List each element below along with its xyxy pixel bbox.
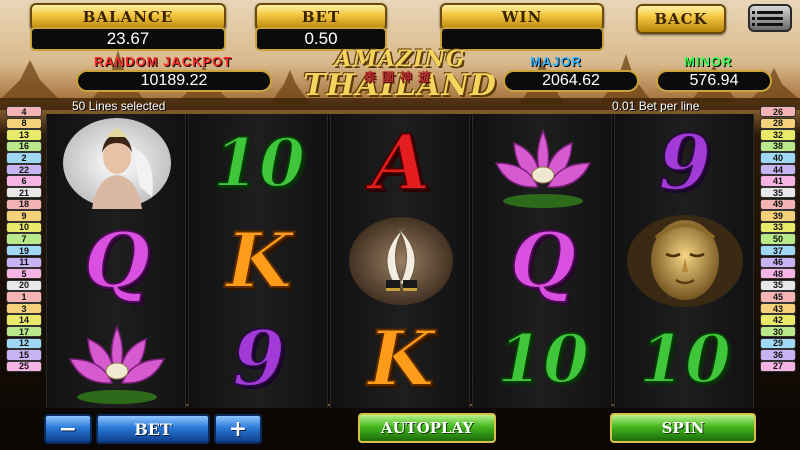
nine-symbol-text: 9	[232, 314, 287, 403]
payline-number[interactable]: 42	[760, 314, 796, 326]
payline-number[interactable]: 13	[6, 129, 42, 141]
reel-1: Q	[46, 114, 186, 408]
spin-button[interactable]: SPIN	[610, 413, 756, 443]
queen-symbol-text: Q	[509, 216, 577, 305]
random-jackpot-value: 10189.22	[76, 70, 272, 92]
payline-number[interactable]: 4	[6, 106, 42, 118]
payline-number[interactable]: 2	[6, 152, 42, 164]
payline-number[interactable]: 40	[760, 152, 796, 164]
nine-symbol: 9	[615, 114, 755, 212]
payline-number[interactable]: 22	[6, 163, 42, 176]
minor-jackpot-value: 576.94	[656, 70, 772, 92]
ten-symbol: 10	[615, 310, 755, 408]
king-symbol: K	[331, 310, 471, 408]
ace-symbol-text: A	[371, 118, 432, 207]
nine-symbol-text: 9	[658, 118, 713, 207]
payline-number[interactable]: 37	[760, 244, 796, 257]
payline-number[interactable]: 3	[6, 302, 42, 315]
major-jackpot-value: 2064.62	[503, 70, 639, 92]
payline-number[interactable]: 33	[760, 221, 796, 234]
payline-number[interactable]: 9	[6, 210, 42, 222]
lotus-flower-symbol	[473, 114, 613, 212]
ten-symbol-text: 10	[212, 124, 306, 202]
queen-symbol-text: Q	[83, 216, 151, 305]
payline-number[interactable]: 50	[760, 233, 796, 245]
payline-number[interactable]: 27	[760, 360, 796, 373]
king-symbol-text: K	[367, 314, 435, 403]
elephant-tusks-symbol	[331, 212, 471, 310]
queen-symbol: Q	[473, 212, 613, 310]
minor-jackpot-label: MINOR	[684, 54, 733, 69]
autoplay-button[interactable]: AUTOPLAY	[358, 413, 496, 443]
payline-number[interactable]: 30	[760, 325, 796, 338]
ace-symbol: A	[331, 114, 471, 212]
lotus-flower-symbol	[47, 310, 187, 408]
king-symbol: K	[189, 212, 329, 310]
payline-number[interactable]: 14	[6, 314, 42, 326]
reel-4: Q 10	[472, 114, 612, 408]
payline-number[interactable]: 1	[6, 291, 42, 303]
payline-number[interactable]: 35	[760, 279, 796, 292]
payline-number[interactable]: 45	[760, 291, 796, 303]
bet-per-line-text: 0.01 Bet per line	[612, 99, 700, 113]
payline-number[interactable]: 26	[760, 106, 796, 118]
payline-number[interactable]: 10	[6, 221, 42, 234]
payline-number[interactable]: 15	[6, 349, 42, 361]
payline-number[interactable]: 12	[6, 337, 42, 349]
reel-area: Q 10 K 9 A K Q 10 9 10	[46, 112, 754, 408]
logo-chinese: 泰國神遊	[363, 70, 436, 84]
payline-number[interactable]: 41	[760, 175, 796, 187]
nine-symbol: 9	[189, 310, 329, 408]
payline-number[interactable]: 17	[6, 325, 42, 338]
increase-bet-button[interactable]: +	[214, 414, 262, 444]
payline-number[interactable]: 5	[6, 268, 42, 280]
payline-number[interactable]: 18	[6, 198, 42, 211]
major-jackpot-label: MAJOR	[530, 54, 582, 69]
lines-selected-text: 50 Lines selected	[72, 99, 166, 113]
payline-number[interactable]: 35	[760, 187, 796, 199]
payline-number[interactable]: 44	[760, 163, 796, 176]
payline-number[interactable]: 32	[760, 129, 796, 141]
balance-value: 23.67	[30, 27, 226, 51]
back-button[interactable]: BACK	[636, 4, 726, 34]
ten-symbol-text: 10	[638, 320, 732, 398]
payline-number[interactable]: 38	[760, 140, 796, 153]
payline-number[interactable]: 6	[6, 175, 42, 187]
reel-5: 9 10	[614, 114, 754, 408]
payline-number[interactable]: 48	[760, 268, 796, 280]
buddha-face-symbol	[615, 212, 755, 310]
payline-number[interactable]: 19	[6, 244, 42, 257]
payline-number[interactable]: 25	[6, 360, 42, 373]
right-payline-column: 26 28 32 38 40 44 41 35 49 39 33 50 37 46 48 35 45 43 42 30…	[760, 106, 796, 373]
hamburger-menu-icon[interactable]	[748, 4, 792, 32]
payline-number[interactable]: 8	[6, 117, 42, 129]
ten-symbol-text: 10	[496, 320, 590, 398]
payline-number[interactable]: 20	[6, 279, 42, 292]
left-payline-column: 4 8 13 16 2 22 6 21 18 9 10 7 19 11 5 20 1 3 14 17 12 15 25	[6, 106, 42, 373]
reel-2: 10 K 9	[188, 114, 328, 408]
payline-number[interactable]: 21	[6, 187, 42, 199]
payline-number[interactable]: 16	[6, 140, 42, 153]
lady-woman-symbol	[47, 114, 187, 212]
ten-symbol: 10	[189, 114, 329, 212]
game-logo: AMAZING 泰國神遊 THAILAND	[300, 46, 500, 116]
payline-number[interactable]: 49	[760, 198, 796, 211]
random-jackpot-label: RANDOM JACKPOT	[94, 54, 233, 69]
payline-number[interactable]: 7	[6, 233, 42, 245]
payline-number[interactable]: 36	[760, 349, 796, 361]
queen-symbol: Q	[47, 212, 187, 310]
king-symbol-text: K	[225, 216, 293, 305]
ten-symbol: 10	[473, 310, 613, 408]
decrease-bet-button[interactable]: −	[44, 414, 92, 444]
payline-number[interactable]: 11	[6, 256, 42, 268]
payline-number[interactable]: 46	[760, 256, 796, 268]
payline-number[interactable]: 39	[760, 210, 796, 222]
bet-button[interactable]: BET	[96, 414, 210, 444]
payline-number[interactable]: 43	[760, 302, 796, 315]
reel-3: AK	[330, 114, 470, 408]
payline-number[interactable]: 29	[760, 337, 796, 349]
payline-number[interactable]: 28	[760, 117, 796, 129]
